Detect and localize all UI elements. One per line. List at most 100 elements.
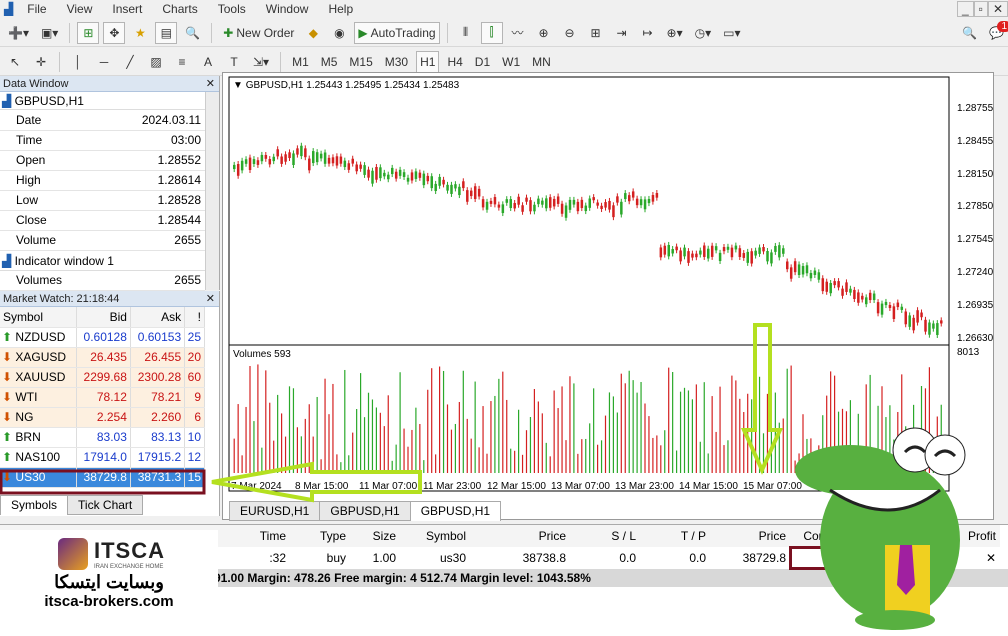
minimize-button[interactable]: _ bbox=[956, 1, 974, 17]
bid-value: 0.60128 bbox=[76, 327, 131, 348]
tile-windows-icon[interactable]: ⊞ bbox=[585, 22, 607, 44]
notifications-icon[interactable]: 💬 1 bbox=[985, 20, 1008, 44]
close-window-button[interactable]: ✕ bbox=[987, 1, 1008, 17]
timeframe-h1[interactable]: H1 bbox=[416, 50, 440, 73]
close-icon[interactable]: ✕ bbox=[206, 76, 215, 92]
tab-tick-chart[interactable]: Tick Chart bbox=[67, 495, 144, 515]
label-icon[interactable]: T bbox=[223, 51, 245, 73]
menu-tools[interactable]: Tools bbox=[208, 2, 256, 16]
timeframe-m1[interactable]: M1 bbox=[288, 51, 313, 73]
menu-file[interactable]: File bbox=[17, 2, 56, 16]
chart-tabs: EURUSD,H1 GBPUSD,H1 GBPUSD,H1 bbox=[229, 501, 502, 521]
new-chart-button[interactable]: ➕▾ bbox=[4, 22, 33, 44]
data-window-symbol: ▟ GBPUSD,H1 bbox=[0, 92, 219, 110]
price-axis-label: 1.26630 bbox=[957, 332, 994, 344]
bar-chart-icon[interactable]: ⫴ bbox=[455, 22, 477, 44]
fibonacci-icon[interactable]: ≡ bbox=[171, 51, 193, 73]
menu-charts[interactable]: Charts bbox=[152, 2, 207, 16]
timeframe-d1[interactable]: D1 bbox=[471, 51, 494, 73]
terminal-col-header[interactable]: Type bbox=[290, 525, 350, 547]
market-watch-row[interactable]: ⬇ US30 38729.8 38731.3 15 bbox=[0, 467, 205, 488]
tab-gbpusd-h1[interactable]: GBPUSD,H1 bbox=[319, 501, 411, 521]
profiles-button[interactable]: ▣▾ bbox=[37, 22, 62, 44]
data-label: Time bbox=[0, 130, 97, 151]
cursor-icon[interactable]: ↖ bbox=[4, 51, 26, 73]
search-icon[interactable]: 🔍 bbox=[958, 22, 981, 44]
horizontal-line-icon[interactable]: ─ bbox=[93, 51, 115, 73]
tab-gbpusd-h1-active[interactable]: GBPUSD,H1 bbox=[409, 501, 502, 521]
symbol-name: BRN bbox=[15, 430, 41, 444]
terminal-col-header[interactable]: T / P bbox=[640, 525, 710, 547]
menu-help[interactable]: Help bbox=[318, 2, 363, 16]
menu-view[interactable]: View bbox=[57, 2, 103, 16]
data-window-scrollbar[interactable] bbox=[205, 92, 219, 290]
arrows-icon[interactable]: ⇲▾ bbox=[249, 51, 273, 73]
timeframe-m15[interactable]: M15 bbox=[345, 51, 376, 73]
strategy-tester-icon[interactable]: 🔍 bbox=[181, 22, 204, 44]
menu-window[interactable]: Window bbox=[256, 2, 319, 16]
zoom-in-icon[interactable]: ⊕ bbox=[533, 22, 555, 44]
autoscroll-icon[interactable]: ↦ bbox=[637, 22, 659, 44]
autotrading-button[interactable]: ▶ AutoTrading bbox=[354, 21, 440, 44]
tab-symbols[interactable]: Symbols bbox=[0, 495, 69, 515]
bid-value: 38729.8 bbox=[76, 467, 131, 488]
restore-button[interactable]: ▫ bbox=[973, 1, 988, 17]
zoom-out-icon[interactable]: ⊖ bbox=[559, 22, 581, 44]
terminal-col-header[interactable]: Time bbox=[210, 525, 290, 547]
market-watch-toggle-icon[interactable]: ⊞ bbox=[77, 21, 100, 44]
close-trade-icon[interactable]: ✕ bbox=[986, 551, 996, 565]
col-symbol[interactable]: Symbol bbox=[0, 307, 77, 328]
crosshair-icon[interactable]: ✛ bbox=[30, 51, 52, 73]
col-ask[interactable]: Ask bbox=[130, 307, 186, 328]
line-chart-icon[interactable]: 〰 bbox=[507, 22, 529, 44]
col-bid[interactable]: Bid bbox=[76, 307, 131, 328]
terminal-col-header[interactable]: Price bbox=[710, 525, 790, 547]
timeframe-w1[interactable]: W1 bbox=[498, 51, 524, 73]
new-order-button[interactable]: ✚ New Order bbox=[219, 22, 298, 44]
trendline-icon[interactable]: ╱ bbox=[119, 51, 141, 73]
text-icon[interactable]: A bbox=[197, 51, 219, 73]
close-icon[interactable]: ✕ bbox=[206, 291, 215, 307]
tab-eurusd-h1[interactable]: EURUSD,H1 bbox=[229, 501, 321, 521]
trade-swap: 0.00 bbox=[912, 551, 936, 565]
down-arrow-icon: ⬇ bbox=[2, 370, 13, 384]
indicators-button[interactable]: ⊕▾ bbox=[663, 22, 687, 44]
volume-title: Volumes 593 bbox=[233, 349, 291, 360]
periods-button[interactable]: ◷▾ bbox=[691, 22, 716, 44]
timeframe-mn[interactable]: MN bbox=[528, 51, 555, 73]
market-watch-row[interactable]: ⬇ WTI 78.12 78.21 9 bbox=[0, 387, 205, 408]
timeframe-m30[interactable]: M30 bbox=[381, 51, 412, 73]
terminal-col-header[interactable]: Profit bbox=[940, 525, 1000, 547]
price-chart[interactable] bbox=[223, 73, 995, 503]
spread-value: 15 bbox=[184, 467, 205, 488]
terminal-col-header[interactable]: Symbol bbox=[400, 525, 470, 547]
timeframe-h4[interactable]: H4 bbox=[443, 51, 466, 73]
market-watch-row[interactable]: ⬆ BRN 83.03 83.13 10 bbox=[0, 427, 205, 448]
terminal-col-header[interactable]: Commissi... bbox=[790, 525, 870, 547]
timeframe-m5[interactable]: M5 bbox=[317, 51, 342, 73]
channel-icon[interactable]: ▨ bbox=[145, 51, 167, 73]
terminal-col-header[interactable]: Size bbox=[350, 525, 400, 547]
data-window-toggle-icon[interactable]: ✥ bbox=[103, 21, 126, 44]
templates-button[interactable]: ▭▾ bbox=[719, 22, 744, 44]
market-watch-row[interactable]: ⬆ NZDUSD 0.60128 0.60153 25 bbox=[0, 327, 205, 348]
terminal-col-header[interactable]: Price bbox=[470, 525, 570, 547]
terminal-col-header[interactable]: S / L bbox=[570, 525, 640, 547]
market-watch-row[interactable]: ⬇ XAUUSD 2299.68 2300.28 60 bbox=[0, 367, 205, 388]
metaeditor-icon[interactable]: ◆ bbox=[302, 22, 324, 44]
signals-icon[interactable]: ◉ bbox=[328, 22, 350, 44]
terminal-toggle-icon[interactable]: ▤ bbox=[155, 21, 178, 44]
market-watch-row[interactable]: ⬇ XAGUSD 26.435 26.455 20 bbox=[0, 347, 205, 368]
trade-commission: 0.00 bbox=[789, 546, 871, 570]
menu-insert[interactable]: Insert bbox=[102, 2, 152, 16]
terminal-col-header[interactable]: Swap bbox=[870, 525, 940, 547]
col-spread[interactable]: ! bbox=[184, 307, 205, 328]
market-watch-row[interactable]: ⬆ NAS100 17914.0 17915.2 12 bbox=[0, 447, 205, 468]
navigator-icon[interactable]: ★ bbox=[129, 22, 151, 44]
chart-shift-icon[interactable]: ⇥ bbox=[611, 22, 633, 44]
vertical-line-icon[interactable]: │ bbox=[67, 51, 89, 73]
data-value: 2655 bbox=[96, 230, 205, 251]
autotrading-icon: ▶ bbox=[358, 25, 368, 40]
market-watch-row[interactable]: ⬇ NG 2.254 2.260 6 bbox=[0, 407, 205, 428]
candlestick-icon[interactable]: ⫿ bbox=[480, 21, 503, 44]
